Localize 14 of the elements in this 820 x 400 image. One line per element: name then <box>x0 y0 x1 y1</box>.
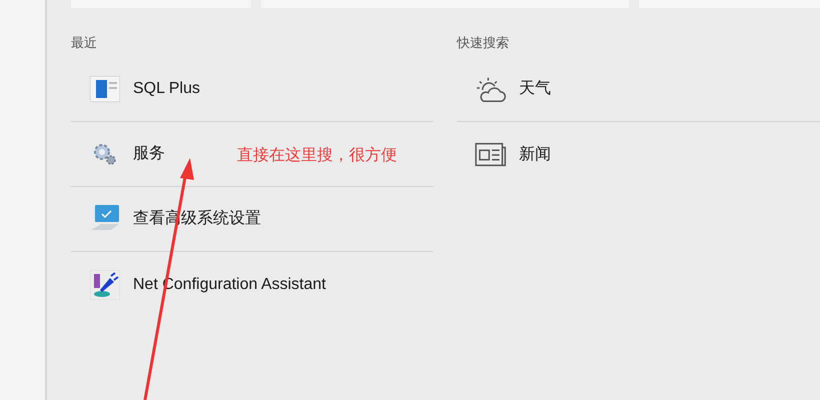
annotation-text: 直接在这里搜，很方便 <box>237 146 397 166</box>
result-item[interactable]: 天气 <box>457 57 820 122</box>
plug-icon <box>90 270 120 300</box>
application-window-icon <box>90 76 120 102</box>
section-title: 最近 <box>71 34 98 52</box>
result-label: 服务 <box>133 144 165 164</box>
newspaper-icon <box>475 142 507 168</box>
result-item[interactable]: SQL Plus <box>71 57 433 122</box>
result-label: SQL Plus <box>133 79 200 99</box>
result-label: 新闻 <box>519 144 551 164</box>
gears-icon <box>92 142 118 166</box>
result-item[interactable]: 新闻 <box>457 122 820 187</box>
section-title: 快速搜索 <box>457 34 510 52</box>
result-label: 天气 <box>519 79 551 99</box>
